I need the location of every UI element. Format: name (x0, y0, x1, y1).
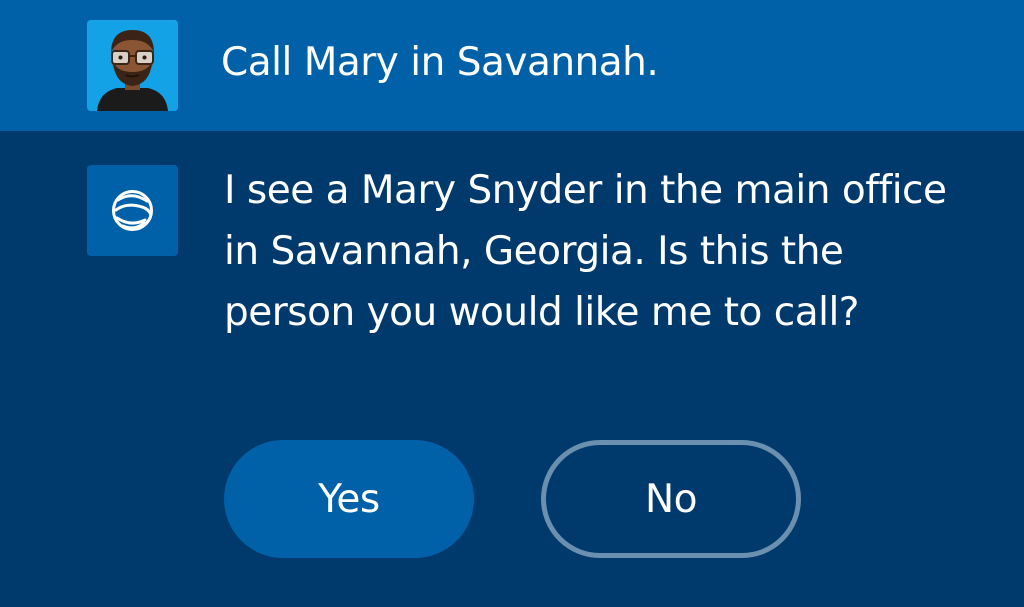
person-icon (87, 20, 178, 111)
no-button[interactable]: No (541, 440, 801, 558)
user-avatar (87, 20, 178, 111)
assistant-logo (87, 165, 178, 256)
assistant-swirl-icon (112, 190, 153, 231)
user-message-row: Call Mary in Savannah. (0, 0, 1024, 131)
assistant-message-text: I see a Mary Snyder in the main office i… (224, 168, 947, 335)
user-message-text: Call Mary in Savannah. (221, 40, 659, 85)
yes-button[interactable]: Yes (224, 440, 474, 558)
